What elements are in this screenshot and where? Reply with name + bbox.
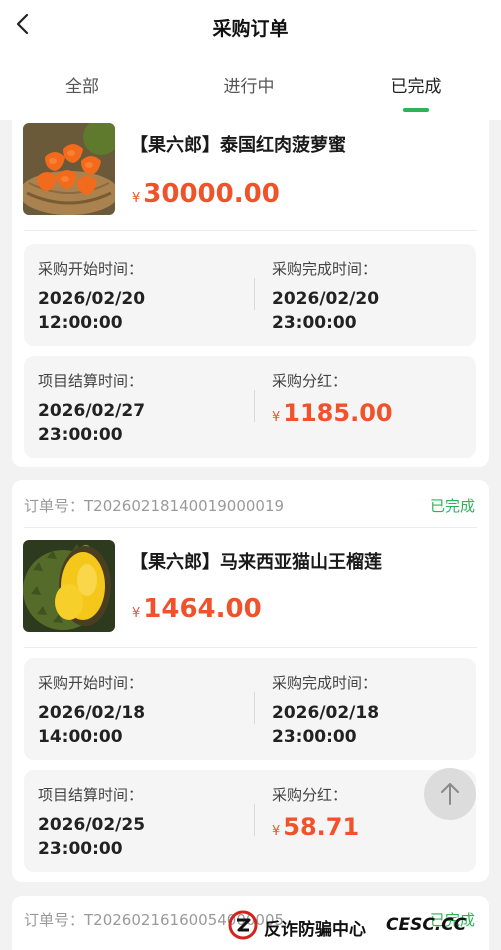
order-card[interactable]: 订单号：T20260218140019000019 已完成 【果六郎】马来西亚猫… — [12, 480, 489, 882]
active-tab-indicator — [403, 108, 429, 112]
status-tabs: 全部 进行中 已完成 — [0, 72, 501, 116]
settle-clock: 23:00:00 — [38, 425, 123, 445]
column-separator — [254, 692, 255, 724]
currency-symbol: ¥ — [132, 606, 141, 621]
start-clock: 12:00:00 — [38, 313, 123, 333]
anti-fraud-logo-icon — [228, 910, 258, 940]
scroll-to-top-button[interactable] — [424, 768, 476, 820]
dividend-label: 采购分红： — [272, 786, 348, 804]
complete-date: 2026/02/20 — [272, 289, 380, 309]
dividend-value: ¥1185.00 — [272, 399, 393, 427]
dividend-amount: 58.71 — [283, 813, 360, 841]
complete-time-label: 采购完成时间： — [272, 674, 378, 692]
order-number-value: T20260218140019000019 — [84, 497, 285, 515]
currency-symbol: ¥ — [132, 191, 141, 206]
settle-time-block: 项目结算时间： 2026/02/25 23:00:00 — [38, 784, 145, 861]
divider — [24, 647, 477, 648]
settle-time-label: 项目结算时间： — [38, 372, 144, 390]
start-time-label: 采购开始时间： — [38, 674, 144, 692]
column-separator — [254, 804, 255, 836]
start-time-block: 采购开始时间： 2026/02/20 12:00:00 — [38, 258, 145, 335]
product-thumbnail — [23, 123, 115, 215]
tab-completed[interactable]: 已完成 — [356, 72, 476, 112]
start-date: 2026/02/18 — [38, 703, 146, 723]
product-name: 【果六郎】马来西亚猫山王榴莲 — [130, 552, 382, 573]
complete-time-block: 采购完成时间： 2026/02/18 23:00:00 — [272, 672, 379, 749]
watermark-domain: CESC.CC — [386, 915, 467, 935]
complete-time-block: 采购完成时间： 2026/02/20 23:00:00 — [272, 258, 379, 335]
divider — [24, 230, 477, 231]
settle-clock: 23:00:00 — [38, 839, 123, 859]
currency-symbol: ¥ — [272, 824, 281, 839]
settlement-box: 项目结算时间： 2026/02/25 23:00:00 采购分红： ¥58.71 — [24, 770, 476, 872]
dividend-block: 采购分红： ¥1185.00 — [272, 370, 393, 427]
settlement-box: 项目结算时间： 2026/02/27 23:00:00 采购分红： ¥1185.… — [24, 356, 476, 458]
jackfruit-image — [23, 123, 115, 215]
start-clock: 14:00:00 — [38, 727, 123, 747]
order-status-badge: 已完成 — [429, 497, 475, 515]
settle-time-label: 项目结算时间： — [38, 786, 144, 804]
order-number-label: 订单号： — [24, 497, 85, 515]
settle-date: 2026/02/25 — [38, 815, 146, 835]
order-card[interactable]: 【果六郎】泰国红肉菠萝蜜 ¥30000.00 采购开始时间： 2026/02/2… — [12, 95, 489, 467]
settle-date: 2026/02/27 — [38, 401, 146, 421]
complete-time-label: 采购完成时间： — [272, 260, 378, 278]
product-name: 【果六郎】泰国红肉菠萝蜜 — [130, 135, 346, 156]
complete-date: 2026/02/18 — [272, 703, 380, 723]
start-time-block: 采购开始时间： 2026/02/18 14:00:00 — [38, 672, 145, 749]
tab-completed-label: 已完成 — [390, 77, 442, 97]
order-number-label: 订单号： — [24, 911, 85, 929]
start-time-label: 采购开始时间： — [38, 260, 144, 278]
order-number: 订单号：T20260218140019000019 — [24, 495, 284, 516]
product-price: ¥1464.00 — [132, 594, 262, 624]
watermark: 反诈防骗中心 CESC.CC — [228, 908, 496, 948]
app-header: 采购订单 全部 进行中 已完成 — [0, 0, 501, 120]
tab-all[interactable]: 全部 — [22, 72, 142, 97]
purchase-time-box: 采购开始时间： 2026/02/18 14:00:00 采购完成时间： 2026… — [24, 658, 476, 760]
settle-time-block: 项目结算时间： 2026/02/27 23:00:00 — [38, 370, 145, 447]
product-price: ¥30000.00 — [132, 179, 280, 209]
currency-symbol: ¥ — [272, 410, 281, 425]
dividend-value: ¥58.71 — [272, 813, 359, 841]
complete-clock: 23:00:00 — [272, 727, 357, 747]
divider — [24, 527, 477, 528]
dividend-block: 采购分红： ¥58.71 — [272, 784, 359, 841]
start-date: 2026/02/20 — [38, 289, 146, 309]
arrow-up-icon — [441, 783, 459, 805]
dividend-label: 采购分红： — [272, 372, 348, 390]
watermark-text: 反诈防骗中心 — [264, 920, 366, 940]
complete-clock: 23:00:00 — [272, 313, 357, 333]
column-separator — [254, 278, 255, 310]
dividend-amount: 1185.00 — [283, 399, 393, 427]
tab-in-progress[interactable]: 进行中 — [189, 72, 309, 97]
column-separator — [254, 390, 255, 422]
price-amount: 1464.00 — [143, 594, 262, 624]
page-title: 采购订单 — [212, 18, 289, 40]
price-amount: 30000.00 — [143, 179, 280, 209]
product-thumbnail — [23, 540, 115, 632]
purchase-time-box: 采购开始时间： 2026/02/20 12:00:00 采购完成时间： 2026… — [24, 244, 476, 346]
durian-image — [23, 540, 115, 632]
